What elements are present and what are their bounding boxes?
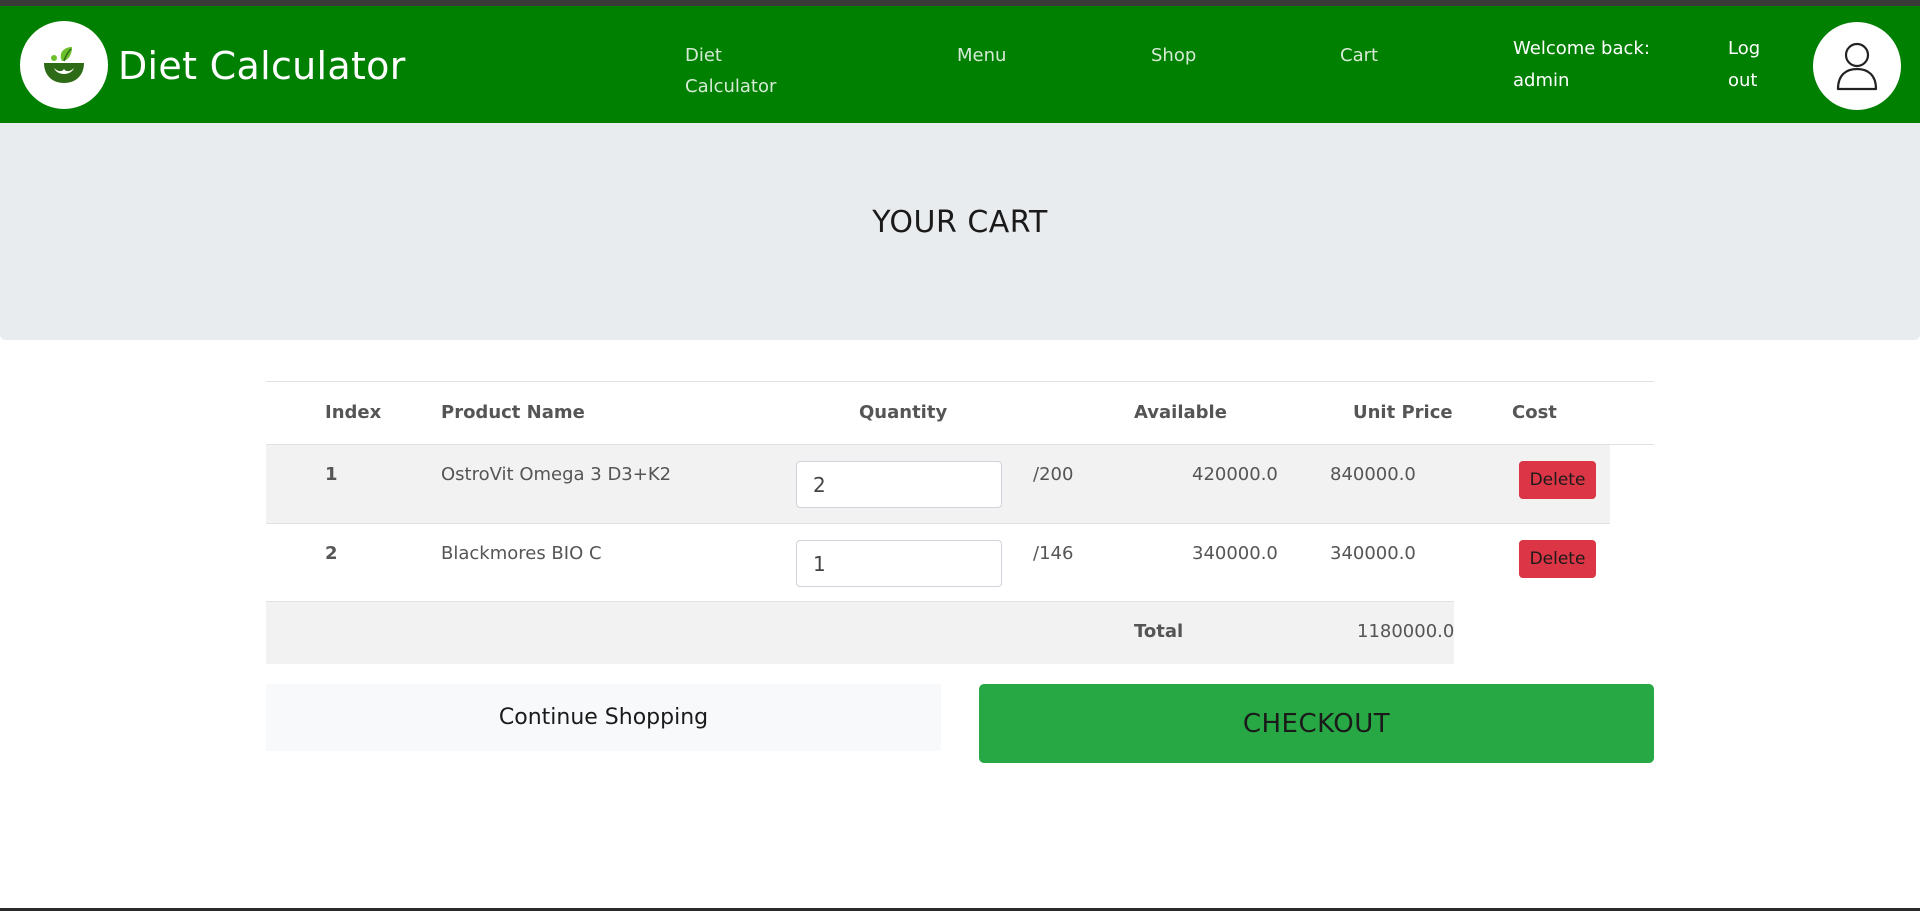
table-row: 1 OstroVit Omega 3 D3+K2 /200 420000.0 8…	[266, 445, 1610, 523]
cart-hero: YOUR CART	[0, 123, 1920, 340]
welcome-text: Welcome back: admin	[1513, 38, 1650, 91]
delete-button[interactable]: Delete	[1519, 540, 1596, 578]
nav-shop[interactable]: Shop	[1151, 40, 1196, 71]
avatar[interactable]	[1813, 22, 1901, 110]
total-value: 1180000.0	[1357, 621, 1455, 642]
row-unit-price: 420000.0	[1192, 464, 1278, 485]
row-cost: 840000.0	[1330, 464, 1416, 485]
nav-menu[interactable]: Menu	[957, 40, 1006, 71]
header-cost: Cost	[1512, 402, 1557, 423]
checkout-button[interactable]: CHECKOUT	[979, 684, 1654, 763]
total-label: Total	[1134, 621, 1184, 642]
row-index: 2	[325, 543, 338, 564]
brand-title[interactable]: Diet Calculator	[118, 44, 406, 88]
continue-shopping-button[interactable]: Continue Shopping	[266, 684, 941, 751]
quantity-input[interactable]	[796, 461, 1002, 508]
header-unit-price: Unit Price	[1353, 402, 1453, 423]
row-cost: 340000.0	[1330, 543, 1416, 564]
delete-button[interactable]: Delete	[1519, 461, 1596, 499]
row-product-name: OstroVit Omega 3 D3+K2	[441, 464, 672, 485]
navbar: Diet Calculator Diet Calculator Menu Sho…	[0, 6, 1920, 123]
table-header: Index Product Name Quantity Available Un…	[266, 381, 1654, 445]
nav-cart[interactable]: Cart	[1340, 40, 1378, 71]
row-unit-price: 340000.0	[1192, 543, 1278, 564]
header-product-name: Product Name	[441, 402, 585, 423]
logout-link[interactable]: Log out	[1728, 33, 1778, 97]
quantity-input[interactable]	[796, 540, 1002, 587]
user-icon	[1836, 42, 1878, 91]
total-row: Total 1180000.0	[266, 601, 1454, 664]
row-product-name: Blackmores BIO C	[441, 543, 602, 564]
brand-logo[interactable]	[20, 21, 108, 109]
header-quantity: Quantity	[859, 402, 948, 423]
page-title: YOUR CART	[872, 205, 1048, 240]
nav-diet-calculator[interactable]: Diet Calculator	[685, 40, 805, 102]
table-row: 2 Blackmores BIO C /146 340000.0 340000.…	[266, 523, 1610, 601]
header-index: Index	[325, 402, 382, 423]
row-available: /146	[1033, 543, 1074, 564]
row-available: /200	[1033, 464, 1074, 485]
bowl-leaf-logo-icon	[44, 47, 84, 83]
header-available: Available	[1134, 402, 1227, 423]
row-index: 1	[325, 464, 338, 485]
